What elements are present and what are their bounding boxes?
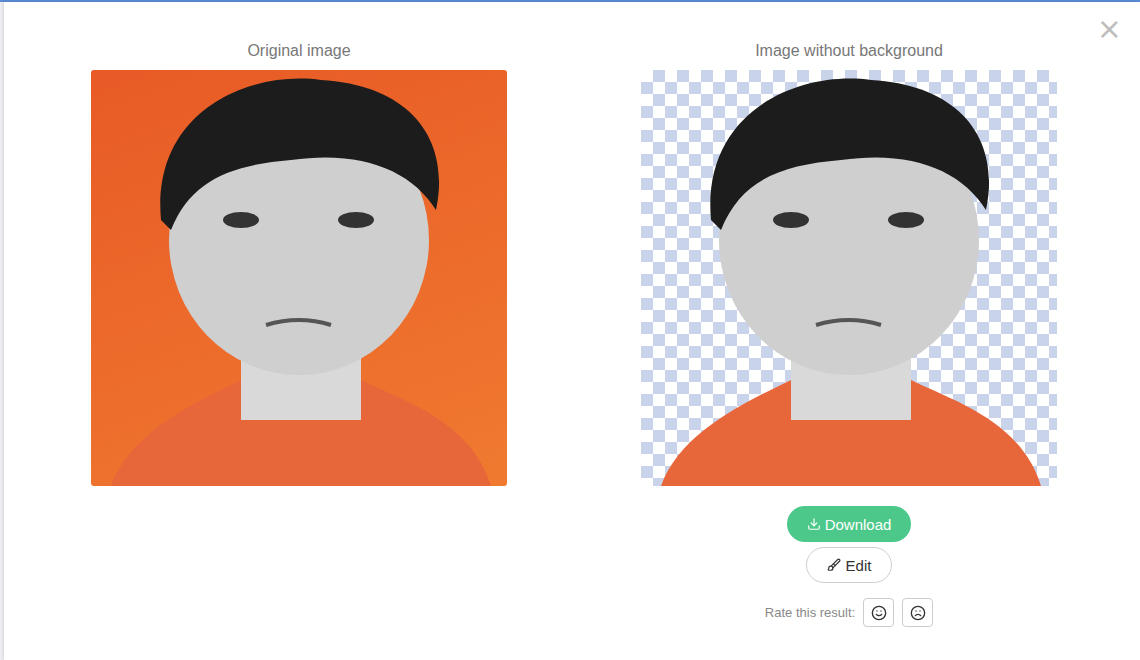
rating-label: Rate this result: xyxy=(765,605,855,620)
person-photo xyxy=(91,70,507,486)
image-panel: Original image xyxy=(91,40,507,486)
result-modal: × Original image Image without background D… xyxy=(4,2,1140,660)
download-button[interactable]: Download xyxy=(787,506,912,542)
original-image xyxy=(91,70,507,486)
download-icon xyxy=(807,517,821,531)
panel-title: Original image xyxy=(247,40,350,62)
person-photo xyxy=(641,70,1057,486)
close-button[interactable]: × xyxy=(1093,12,1126,46)
edit-button[interactable]: Edit xyxy=(806,547,893,583)
result-image xyxy=(641,70,1057,486)
frown-icon xyxy=(910,605,926,621)
rate-button[interactable] xyxy=(863,598,894,627)
brush-icon xyxy=(827,558,841,572)
rating-row: Rate this result: xyxy=(765,598,933,627)
image-panel: Image without background Download Edit Rate… xyxy=(641,40,1057,627)
smile-icon xyxy=(871,605,887,621)
rate-button[interactable] xyxy=(902,598,933,627)
actions: Download Edit Rate this result: xyxy=(765,506,933,627)
panel-title: Image without background xyxy=(755,40,943,62)
page: × Original image Image without background D… xyxy=(0,0,1140,660)
